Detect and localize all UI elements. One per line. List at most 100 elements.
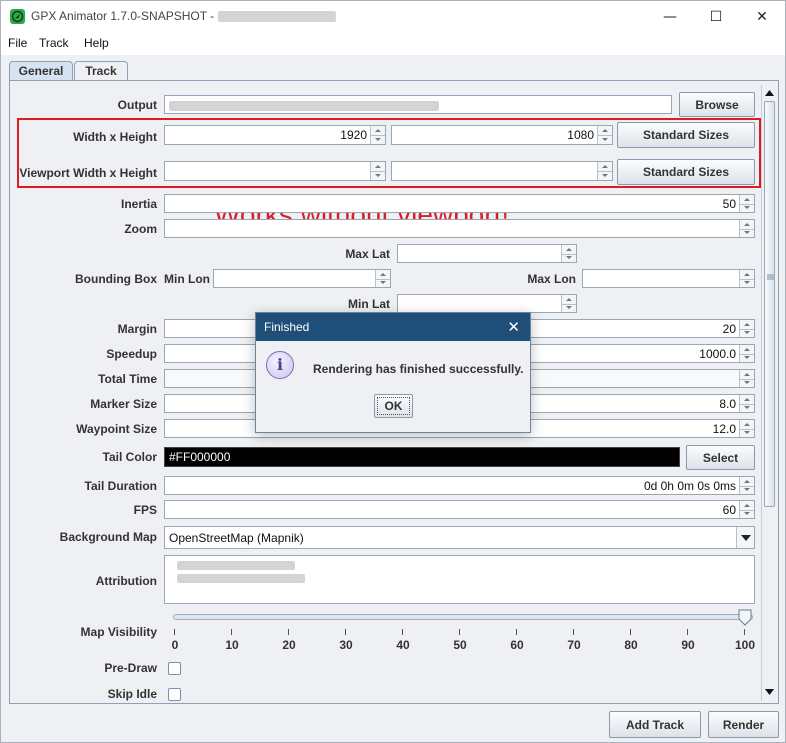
- dialog-ok-button[interactable]: OK: [374, 394, 413, 418]
- margin-label: Margin: [117, 322, 157, 336]
- skip-idle-checkbox[interactable]: [168, 688, 181, 701]
- waypoint-size-arrows[interactable]: [739, 420, 754, 437]
- min-lat-label: Min Lat: [348, 297, 390, 311]
- slider-tick-label: 50: [453, 638, 467, 652]
- map-visibility-slider-thumb[interactable]: [738, 609, 752, 626]
- max-lat-label: Max Lat: [345, 247, 390, 261]
- slider-tick: [345, 629, 346, 635]
- dialog-title: Finished: [264, 320, 310, 334]
- max-lat-spinner[interactable]: [397, 244, 577, 263]
- slider-tick: [516, 629, 517, 635]
- attribution-label: Attribution: [95, 574, 157, 588]
- slider-tick: [402, 629, 403, 635]
- highlight-box: [17, 118, 761, 188]
- attribution-textarea[interactable]: [164, 555, 755, 604]
- dropdown-arrow-icon[interactable]: [736, 527, 754, 548]
- slider-tick: [630, 629, 631, 635]
- menu-file[interactable]: File: [8, 36, 27, 50]
- tail-color-swatch[interactable]: #FF000000: [164, 447, 680, 467]
- inertia-spinner[interactable]: 50: [164, 194, 755, 213]
- close-icon: ✕: [756, 9, 768, 25]
- slider-tick-label: 80: [624, 638, 638, 652]
- tab-track[interactable]: Track: [74, 61, 128, 81]
- output-field[interactable]: [164, 95, 672, 114]
- slider-tick: [687, 629, 688, 635]
- tail-color-value: #FF000000: [169, 450, 231, 464]
- margin-arrows[interactable]: [739, 320, 754, 337]
- tail-duration-spinner[interactable]: 0d 0h 0m 0s 0ms: [164, 476, 755, 495]
- dialog-title-bar: Finished ✕: [256, 313, 530, 341]
- margin-value: 20: [722, 322, 736, 336]
- app-window: GPX Animator 1.7.0-SNAPSHOT - — ☐ ✕ File…: [0, 0, 786, 743]
- dialog-close-icon[interactable]: ✕: [507, 318, 520, 336]
- app-logo-icon: [10, 9, 25, 24]
- blurred-output-path: [169, 100, 439, 111]
- blurred-attribution-line-1: [177, 561, 295, 570]
- waypoint-size-value: 12.0: [712, 422, 736, 436]
- blurred-attribution-line-2: [177, 574, 305, 583]
- zoom-arrows[interactable]: [739, 220, 754, 237]
- scroll-down-arrow-icon[interactable]: [764, 686, 775, 700]
- marker-size-arrows[interactable]: [739, 395, 754, 412]
- slider-tick-label: 70: [567, 638, 581, 652]
- min-lat-arrows[interactable]: [561, 295, 576, 312]
- min-lat-spinner[interactable]: [397, 294, 577, 313]
- blurred-filename: [217, 11, 336, 23]
- window-title-text: GPX Animator 1.7.0-SNAPSHOT -: [31, 9, 218, 23]
- min-lon-arrows[interactable]: [375, 270, 390, 287]
- max-lat-arrows[interactable]: [561, 245, 576, 262]
- speedup-value: 1000.0: [699, 347, 736, 361]
- tail-color-label: Tail Color: [102, 450, 157, 464]
- window-title: GPX Animator 1.7.0-SNAPSHOT -: [31, 9, 336, 23]
- marker-size-value: 8.0: [719, 397, 736, 411]
- menu-help[interactable]: Help: [84, 36, 109, 50]
- info-glyph: i: [276, 355, 284, 374]
- slider-tick-label: 20: [282, 638, 296, 652]
- max-lon-spinner[interactable]: [582, 269, 755, 288]
- tab-general[interactable]: General: [9, 61, 73, 81]
- menu-bar: File Track Help: [1, 33, 785, 55]
- inertia-label: Inertia: [120, 197, 157, 211]
- max-lon-label: Max Lon: [527, 272, 576, 286]
- minimize-button[interactable]: —: [647, 1, 693, 33]
- background-map-select[interactable]: OpenStreetMap (Mapnik): [164, 526, 755, 549]
- scroll-up-arrow-icon[interactable]: [764, 87, 775, 101]
- fps-label: FPS: [133, 503, 157, 517]
- bounding-box-label: Bounding Box: [75, 272, 157, 286]
- speedup-label: Speedup: [106, 347, 157, 361]
- scrollbar-thumb[interactable]: [764, 101, 775, 507]
- total-time-arrows[interactable]: [739, 370, 754, 387]
- fps-spinner[interactable]: 60: [164, 500, 755, 519]
- maximize-icon: ☐: [709, 9, 723, 25]
- slider-tick-label: 40: [396, 638, 410, 652]
- maximize-button[interactable]: ☐: [693, 1, 739, 33]
- slider-tick: [174, 629, 175, 635]
- min-lon-spinner[interactable]: [213, 269, 391, 288]
- info-icon: i: [266, 351, 294, 379]
- min-lon-label: Min Lon: [164, 272, 210, 286]
- tail-duration-label: Tail Duration: [84, 479, 157, 493]
- skip-idle-label: Skip Idle: [107, 687, 157, 701]
- add-track-button[interactable]: Add Track: [609, 711, 701, 738]
- map-visibility-slider-track[interactable]: [173, 614, 753, 620]
- menu-track[interactable]: Track: [39, 36, 69, 50]
- max-lon-arrows[interactable]: [739, 270, 754, 287]
- browse-button[interactable]: Browse: [679, 92, 755, 117]
- background-map-label: Background Map: [59, 530, 157, 544]
- tail-duration-arrows[interactable]: [739, 477, 754, 494]
- close-window-button[interactable]: ✕: [739, 1, 785, 33]
- inertia-value: 50: [722, 197, 736, 211]
- tail-duration-value: 0d 0h 0m 0s 0ms: [643, 479, 736, 493]
- inertia-arrows[interactable]: [739, 195, 754, 212]
- vertical-scrollbar[interactable]: [761, 85, 777, 701]
- select-color-button[interactable]: Select: [686, 445, 755, 470]
- fps-value: 60: [722, 503, 736, 517]
- pre-draw-checkbox[interactable]: [168, 662, 181, 675]
- render-button[interactable]: Render: [708, 711, 779, 738]
- marker-size-label: Marker Size: [90, 397, 157, 411]
- speedup-arrows[interactable]: [739, 345, 754, 362]
- slider-tick-label: 100: [734, 638, 756, 652]
- fps-arrows[interactable]: [739, 501, 754, 518]
- zoom-spinner[interactable]: [164, 219, 755, 238]
- slider-tick-label: 30: [339, 638, 353, 652]
